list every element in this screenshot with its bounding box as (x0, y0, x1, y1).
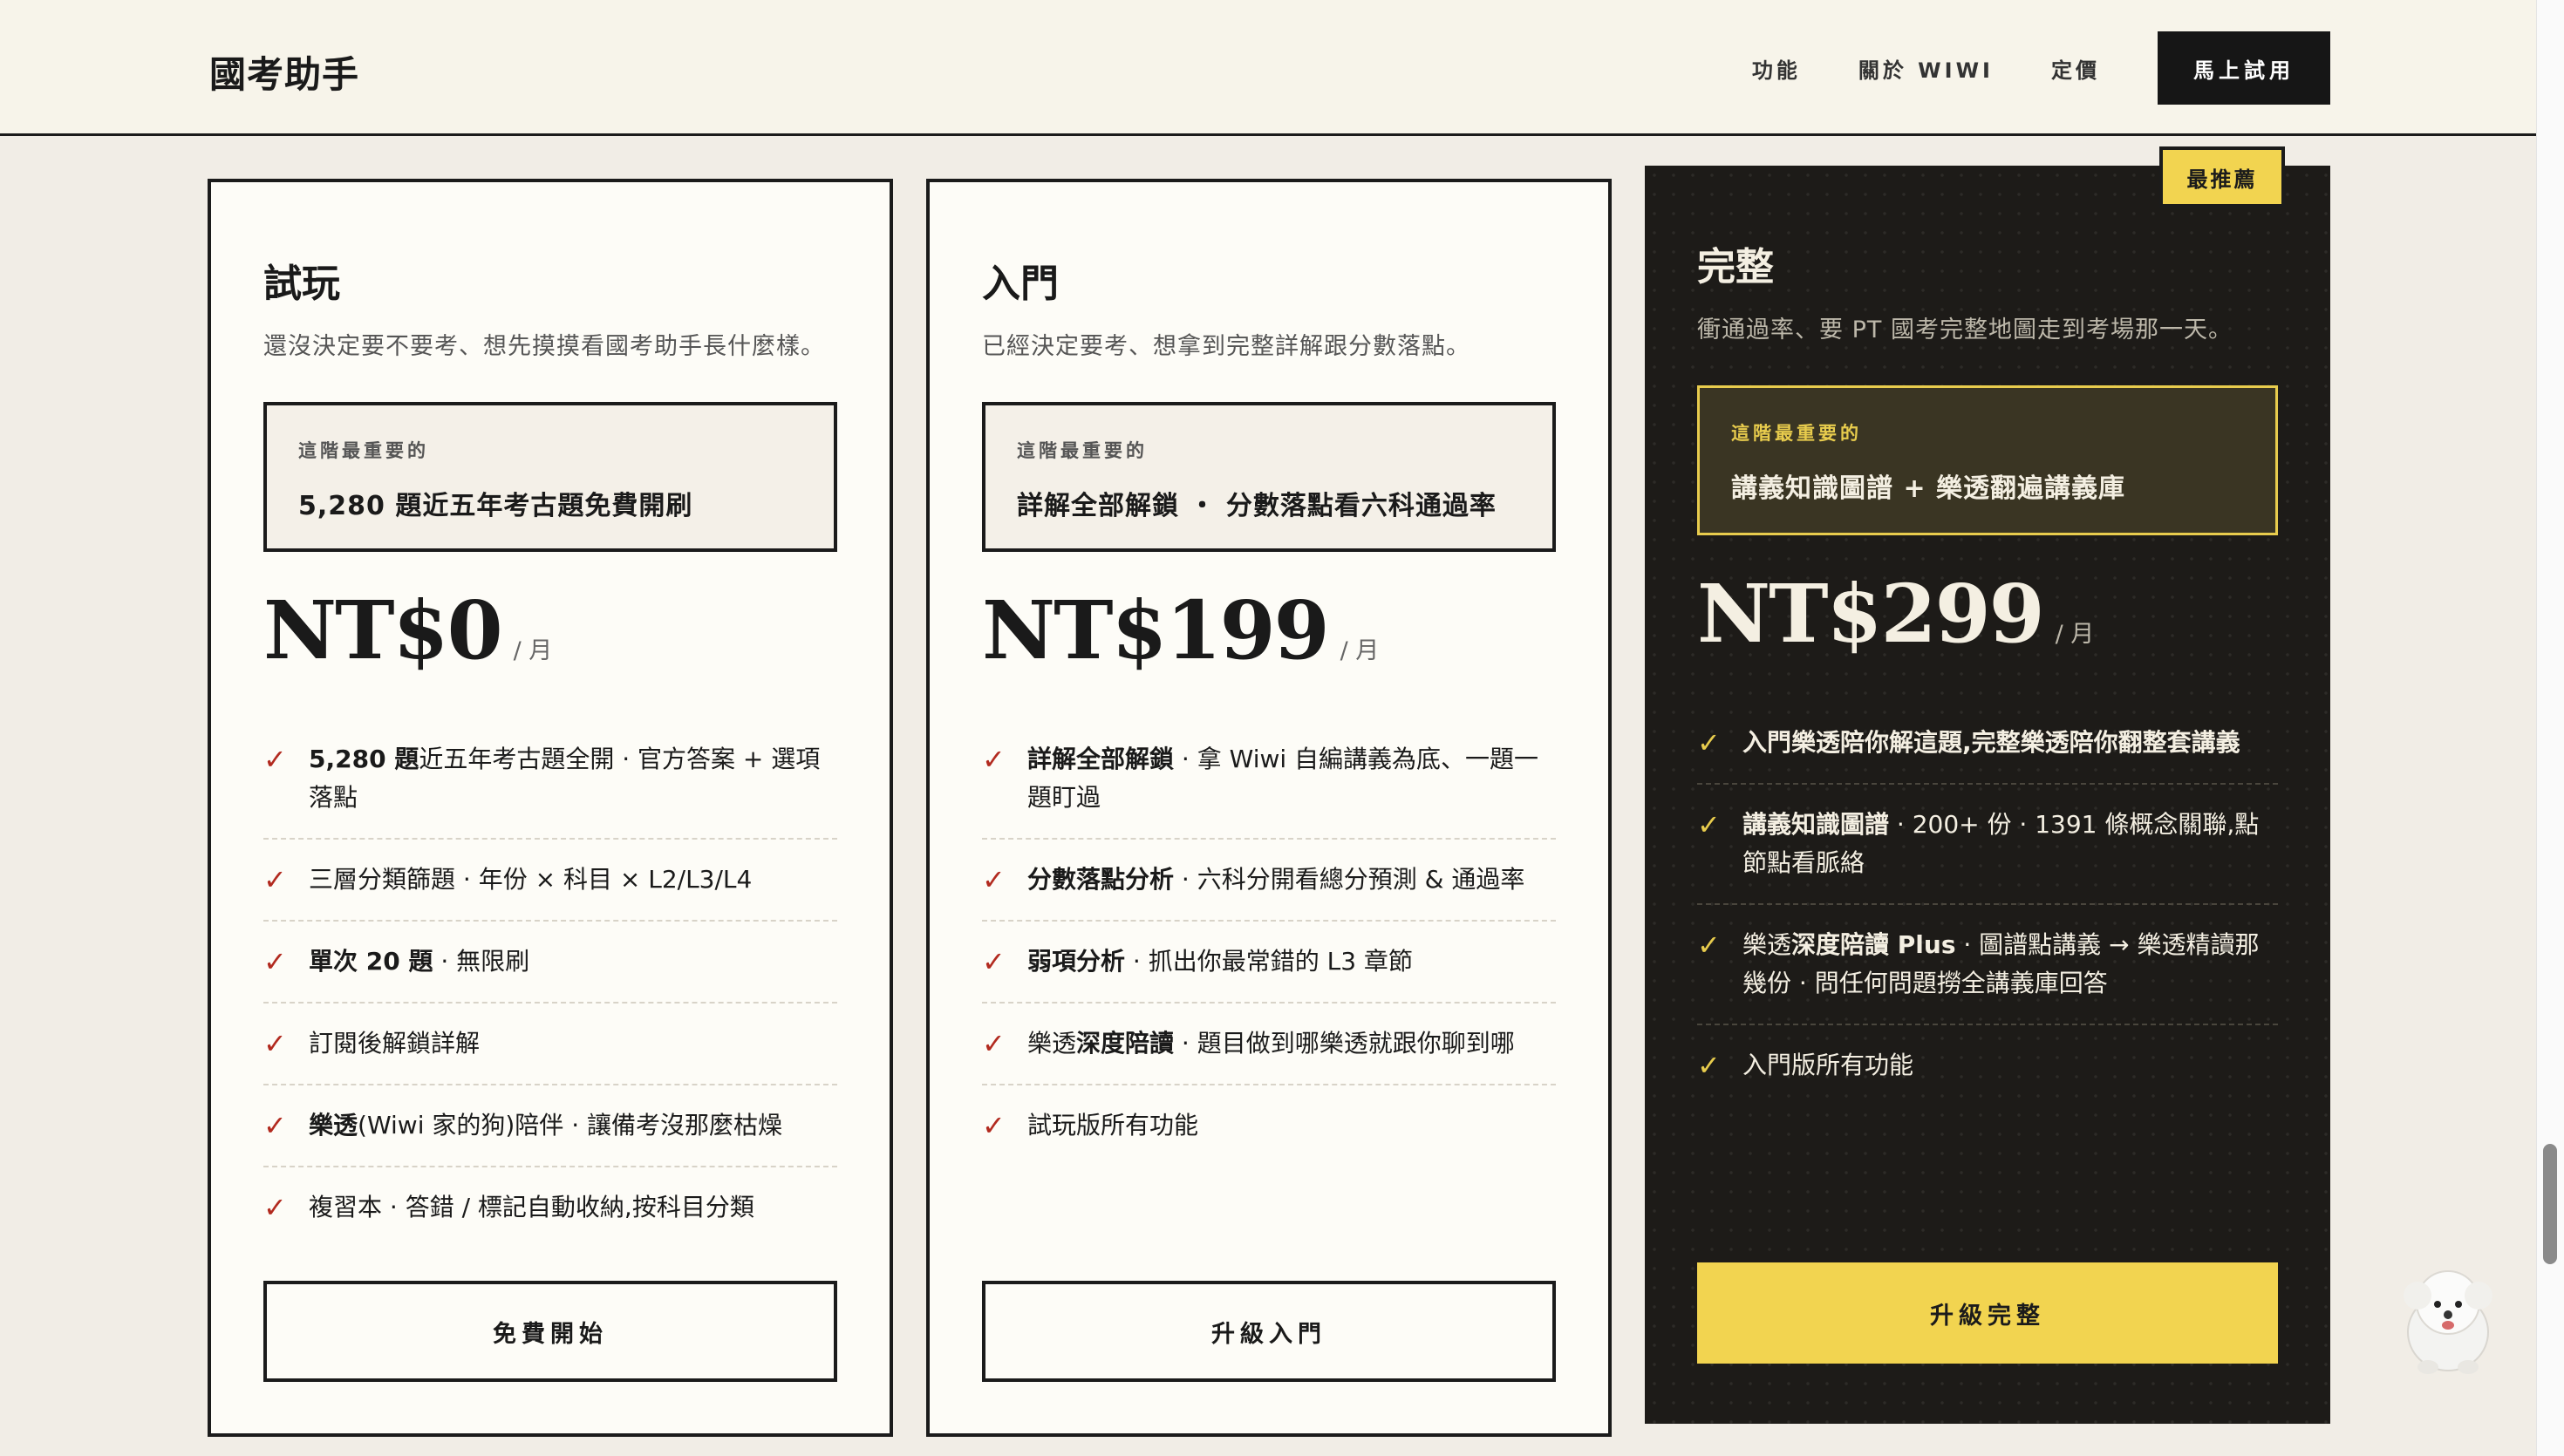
plan-title: 入門 (982, 262, 1059, 306)
check-icon: ✓ (1697, 1049, 1721, 1082)
try-now-button[interactable]: 馬上試用 (2158, 31, 2330, 105)
feature-text: 訂閱後解鎖詳解 (309, 1029, 481, 1058)
check-icon: ✓ (1697, 808, 1721, 841)
feature-item: ✓ 單次 20 題 · 無限刷 (263, 942, 837, 1004)
plan-price: NT$199 (982, 583, 1330, 677)
plan-price: NT$0 (263, 583, 503, 677)
feature-item: ✓ 訂閱後解鎖詳解 (263, 1024, 837, 1085)
check-icon: ✓ (263, 945, 287, 978)
feature-bold: 5,280 題 (309, 745, 419, 773)
feature-prefix: 樂透 (1027, 1029, 1077, 1058)
feature-bold: 樂透 (309, 1111, 358, 1140)
plan-card-basic: 入門 已經決定要考、想拿到完整詳解跟分數落點。 這階最重要的 詳解全部解鎖 ・ … (926, 179, 1612, 1437)
highlight-label: 這階最重要的 (298, 440, 429, 461)
upgrade-basic-button[interactable]: 升級入門 (982, 1281, 1556, 1382)
feature-text: (Wiwi 家的狗)陪伴 · 讓備考沒那麼枯燥 (358, 1111, 782, 1140)
nav-pricing[interactable]: 定價 (2051, 53, 2100, 84)
price-period: / 月 (2055, 621, 2095, 648)
highlight-text: 5,280 題近五年考古題免費開刷 (298, 491, 693, 521)
free-start-button[interactable]: 免費開始 (263, 1281, 837, 1382)
feature-list: ✓ 詳解全部解鎖 · 拿 Wiwi 自編講義為底、一題一題盯過 ✓ 分數落點分析 ·… (982, 740, 1556, 1187)
feature-bold: 入門樂透陪你解這題,完整樂透陪你翻整套講義 (1742, 728, 2240, 757)
price-row: NT$199 / 月 (982, 583, 1379, 677)
check-icon: ✓ (982, 1027, 1006, 1060)
feature-bold: 講義知識圖譜 (1742, 810, 1890, 839)
recommended-badge: 最推薦 (2159, 146, 2285, 208)
feature-item: ✓ 詳解全部解鎖 · 拿 Wiwi 自編講義為底、一題一題盯過 (982, 740, 1556, 840)
check-icon: ✓ (982, 1109, 1006, 1142)
upgrade-full-button[interactable]: 升級完整 (1697, 1262, 2278, 1364)
check-icon: ✓ (263, 1109, 287, 1142)
feature-item: ✓ 5,280 題近五年考古題全開 · 官方答案 + 選項落點 (263, 740, 837, 840)
feature-item: ✓ 試玩版所有功能 (982, 1106, 1556, 1166)
feature-bold: 深度陪讀 (1076, 1029, 1175, 1058)
check-icon: ✓ (263, 863, 287, 896)
nav-links: 功能 關於 WIWI 定價 馬上試用 (1752, 31, 2330, 105)
check-icon: ✓ (1697, 929, 1721, 962)
highlight-text: 詳解全部解鎖 ・ 分數落點看六科通過率 (1017, 491, 1497, 521)
check-icon: ✓ (982, 945, 1006, 978)
scrollbar-thumb[interactable] (2543, 1144, 2557, 1264)
brand-logo[interactable]: 國考助手 (209, 45, 359, 99)
plan-description: 還沒決定要不要考、想先摸摸看國考助手長什麼樣。 (263, 333, 825, 360)
plan-description: 已經決定要考、想拿到完整詳解跟分數落點。 (982, 333, 1470, 360)
feature-text: · 無限刷 (433, 947, 530, 976)
highlight-label: 這階最重要的 (1017, 440, 1148, 461)
feature-list: ✓ 5,280 題近五年考古題全開 · 官方答案 + 選項落點 ✓ 三層分類篩題 ·… (263, 740, 837, 1269)
feature-text: · 抓出你最常錯的 L3 章節 (1125, 947, 1413, 976)
feature-item: ✓ 入門樂透陪你解這題,完整樂透陪你翻整套講義 (1697, 724, 2278, 785)
feature-item: ✓ 樂透深度陪讀 Plus · 圖譜點講義 → 樂透精讀那幾份 · 問任何問題撈全… (1697, 926, 2278, 1025)
highlight-text: 講義知識圖譜 + 樂透翻遍講義庫 (1731, 473, 2126, 504)
feature-text: · 題目做到哪樂透就跟你聊到哪 (1174, 1029, 1515, 1058)
feature-item: ✓ 複習本 · 答錯 / 標記自動收納,按科目分類 (263, 1188, 837, 1248)
price-row: NT$0 / 月 (263, 583, 552, 677)
feature-text: 入門版所有功能 (1742, 1051, 1914, 1079)
feature-bold: 詳解全部解鎖 (1027, 745, 1175, 773)
plan-price: NT$299 (1697, 567, 2045, 661)
plan-title: 試玩 (263, 262, 340, 306)
check-icon: ✓ (1697, 726, 1721, 759)
check-icon: ✓ (982, 743, 1006, 776)
feature-text: · 六科分開看總分預測 & 通過率 (1174, 865, 1525, 894)
check-icon: ✓ (982, 863, 1006, 896)
top-navbar: 國考助手 功能 關於 WIWI 定價 馬上試用 (0, 0, 2536, 136)
price-period: / 月 (513, 637, 553, 664)
feature-list: ✓ 入門樂透陪你解這題,完整樂透陪你翻整套講義 ✓ 講義知識圖譜 · 200+ 份 … (1697, 724, 2278, 1126)
dog-mascot-icon[interactable] (2397, 1255, 2499, 1378)
plan-highlight-box: 這階最重要的 5,280 題近五年考古題免費開刷 (263, 402, 837, 552)
check-icon: ✓ (263, 1191, 287, 1224)
feature-item: ✓ 講義知識圖譜 · 200+ 份 · 1391 條概念關聯,點節點看脈絡 (1697, 806, 2278, 905)
feature-item: ✓ 三層分類篩題 · 年份 × 科目 × L2/L3/L4 (263, 861, 837, 922)
feature-bold: 弱項分析 (1027, 947, 1126, 976)
feature-item: ✓ 分數落點分析 · 六科分開看總分預測 & 通過率 (982, 861, 1556, 922)
price-row: NT$299 / 月 (1697, 567, 2094, 661)
plan-card-trial: 試玩 還沒決定要不要考、想先摸摸看國考助手長什麼樣。 這階最重要的 5,280 … (208, 179, 893, 1437)
feature-text: 複習本 · 答錯 / 標記自動收納,按科目分類 (309, 1193, 754, 1221)
plan-description: 衝通過率、要 PT 國考完整地圖走到考場那一天。 (1697, 316, 2233, 344)
nav-features[interactable]: 功能 (1752, 53, 1801, 84)
feature-prefix: 樂透 (1742, 930, 1792, 959)
feature-text: 三層分類篩題 · 年份 × 科目 × L2/L3/L4 (309, 865, 753, 894)
feature-bold: 分數落點分析 (1027, 865, 1175, 894)
plan-highlight-box: 這階最重要的 詳解全部解鎖 ・ 分數落點看六科通過率 (982, 402, 1556, 552)
highlight-label: 這階最重要的 (1731, 423, 1862, 444)
plan-card-full: 最推薦 完整 衝通過率、要 PT 國考完整地圖走到考場那一天。 這階最重要的 講… (1645, 146, 2330, 1424)
feature-item: ✓ 樂透(Wiwi 家的狗)陪伴 · 讓備考沒那麼枯燥 (263, 1106, 837, 1167)
nav-about[interactable]: 關於 WIWI (1858, 53, 1994, 84)
plan-title: 完整 (1697, 245, 1774, 289)
check-icon: ✓ (263, 743, 287, 776)
feature-item: ✓ 樂透深度陪讀 · 題目做到哪樂透就跟你聊到哪 (982, 1024, 1556, 1085)
check-icon: ✓ (263, 1027, 287, 1060)
price-period: / 月 (1340, 637, 1380, 664)
feature-bold: 深度陪讀 Plus (1791, 930, 1956, 959)
feature-bold: 單次 20 題 (309, 947, 433, 976)
plan-highlight-box: 這階最重要的 講義知識圖譜 + 樂透翻遍講義庫 (1697, 385, 2278, 535)
feature-item: ✓ 弱項分析 · 抓出你最常錯的 L3 章節 (982, 942, 1556, 1004)
feature-text: 試玩版所有功能 (1027, 1111, 1199, 1140)
feature-item: ✓ 入門版所有功能 (1697, 1046, 2278, 1106)
